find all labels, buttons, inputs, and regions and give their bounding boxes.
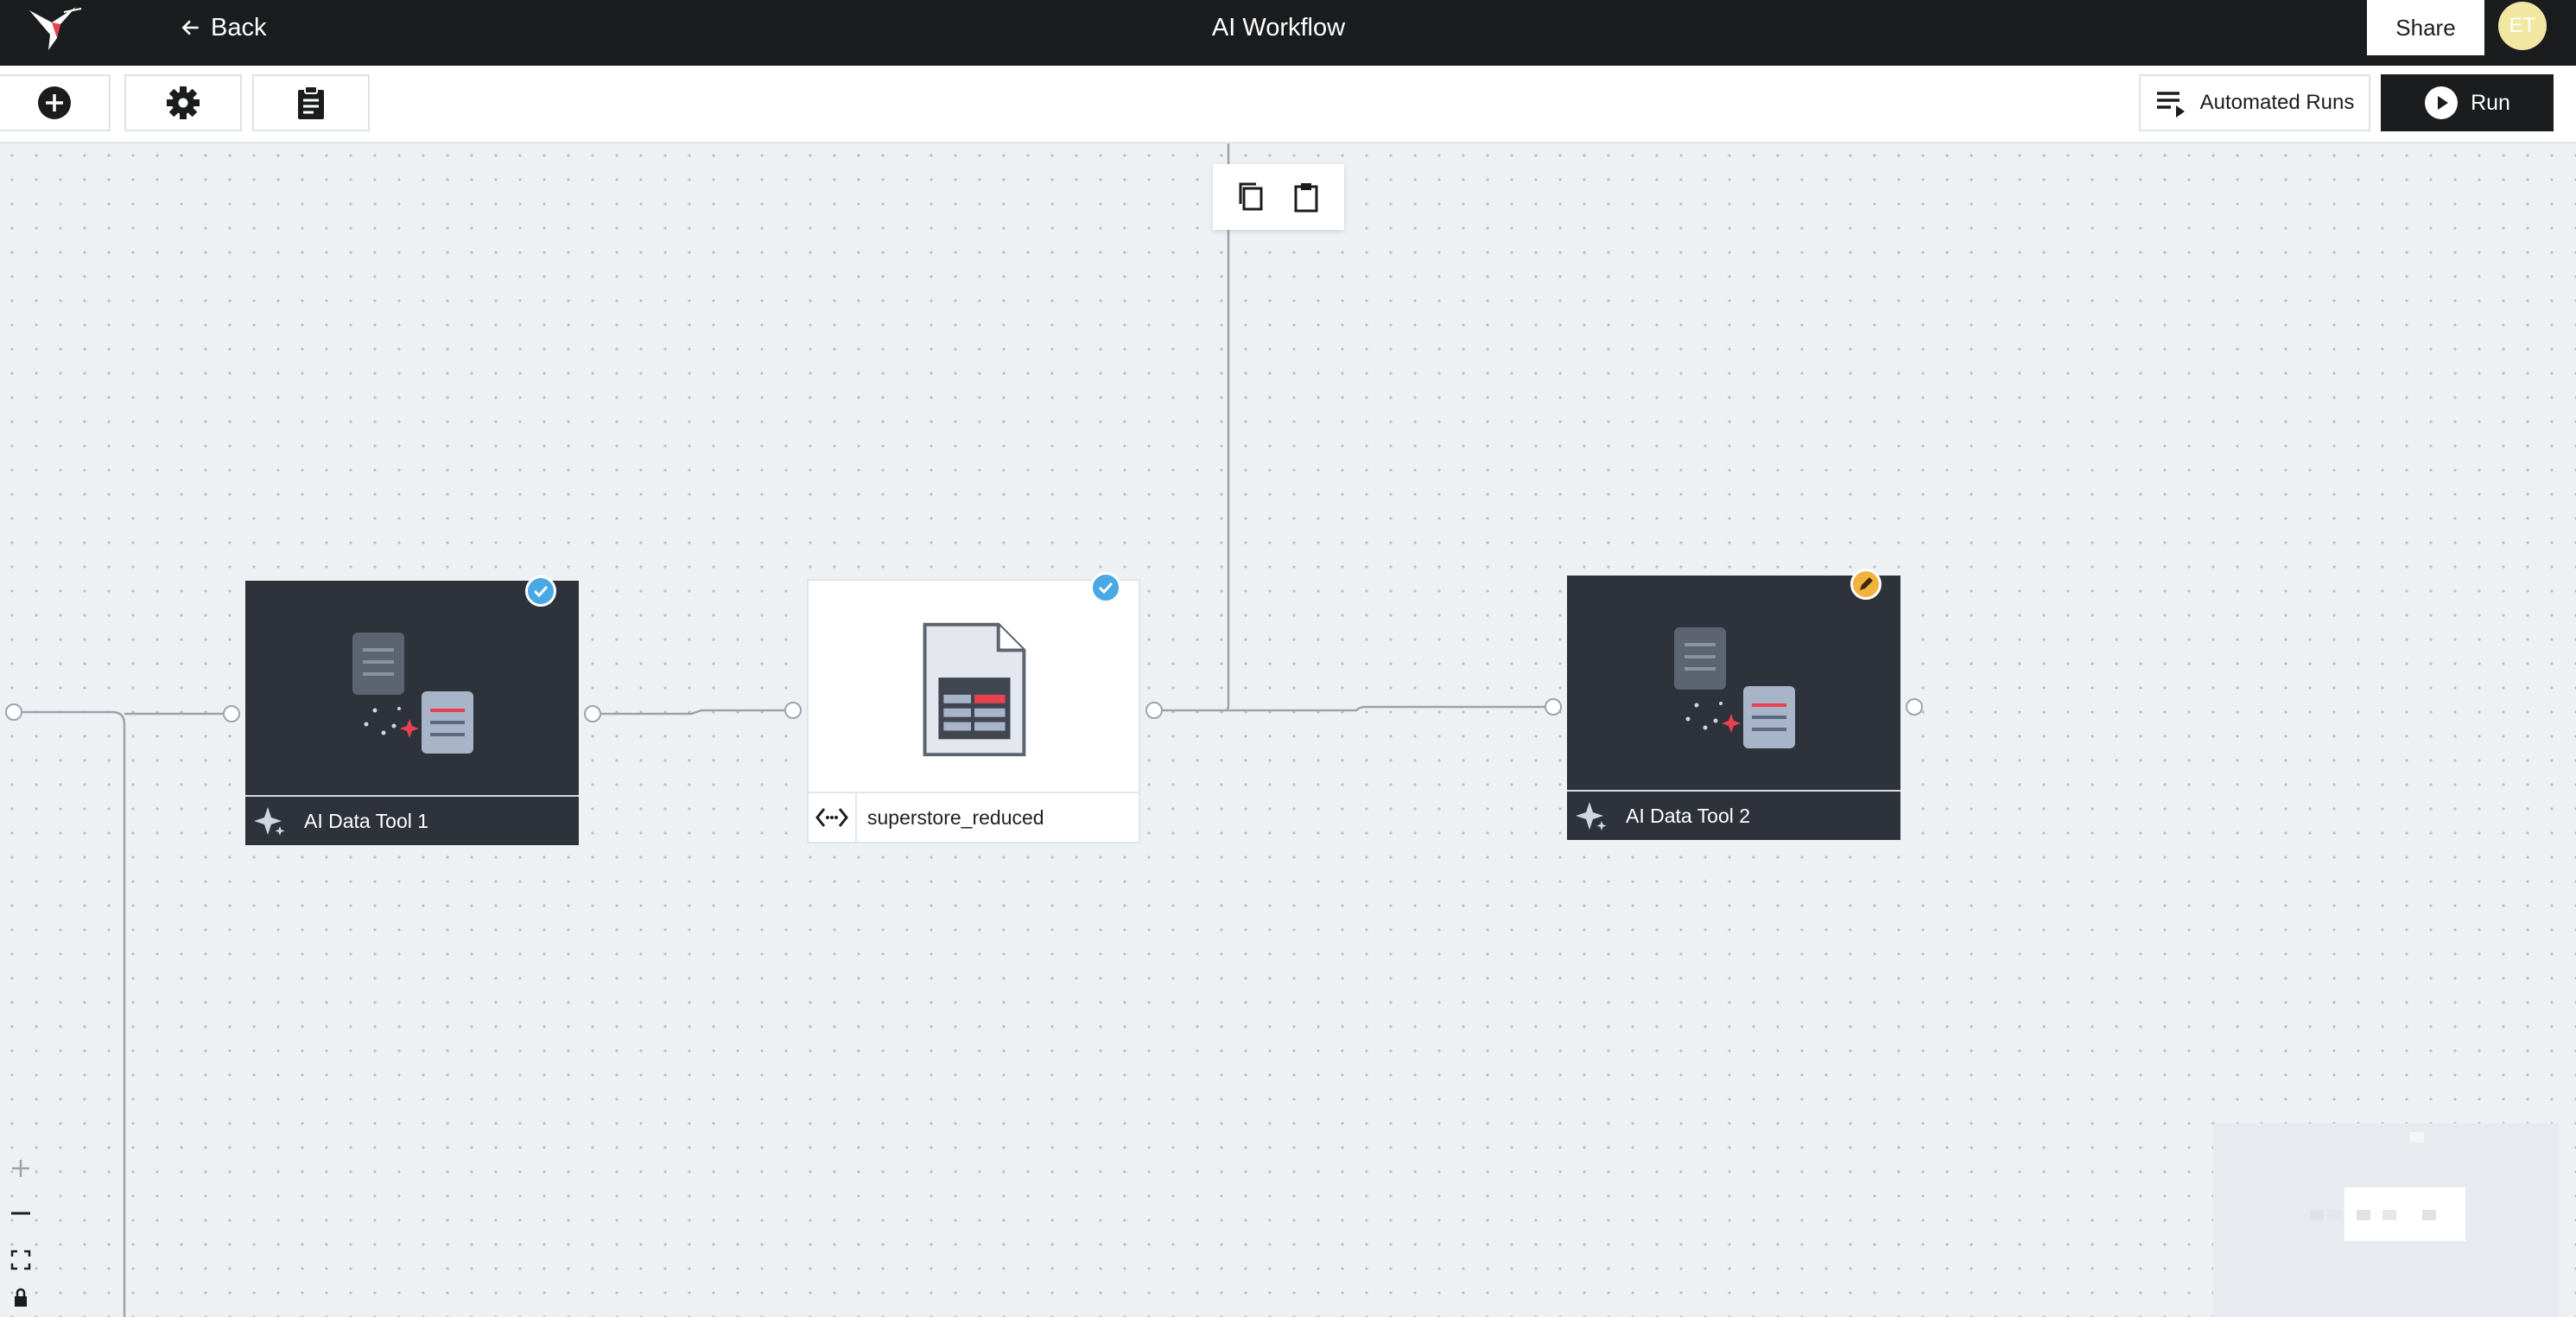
ai-document-illustration-icon: [1674, 627, 1795, 748]
fit-view-icon: [10, 1250, 31, 1270]
add-node-button[interactable]: [0, 74, 111, 131]
playlist-icon: [2156, 92, 2185, 118]
notes-button[interactable]: [252, 74, 370, 131]
sparkle-icon: [254, 807, 285, 836]
input-port[interactable]: [223, 705, 240, 722]
toolbar: Automated Runs Run: [0, 66, 2576, 143]
avatar[interactable]: ET: [2498, 2, 2547, 50]
node-footer: AI Data Tool 1: [245, 795, 579, 845]
arrow-left-icon: [181, 20, 199, 35]
hummingbird-logo-icon[interactable]: [26, 3, 83, 52]
node-footer: superstore_reduced: [809, 792, 1139, 842]
automated-runs-button[interactable]: Automated Runs: [2139, 74, 2370, 131]
node-label: AI Data Tool 1: [304, 809, 429, 832]
top-bar: Back AI Workflow Share ET: [0, 0, 2576, 66]
node-dataset-superstore-reduced[interactable]: superstore_reduced: [807, 572, 1140, 843]
output-port[interactable]: [1906, 698, 1923, 716]
status-badge: [1090, 572, 1121, 603]
check-icon: [533, 585, 549, 598]
node-ai-data-tool-2[interactable]: AI Data Tool 2: [1567, 569, 1900, 840]
output-port[interactable]: [584, 705, 601, 722]
lock-button[interactable]: [0, 1284, 41, 1317]
paste-icon[interactable]: [1289, 180, 1323, 214]
play-circle-icon: [2425, 86, 2459, 119]
node-footer: AI Data Tool 2: [1567, 790, 1900, 840]
node-label: superstore_reduced: [867, 805, 1044, 829]
clipboard-icon: [298, 86, 324, 119]
share-button[interactable]: Share: [2367, 0, 2484, 55]
minimap-preview: [2310, 1132, 2465, 1241]
gear-icon: [167, 86, 200, 119]
input-port[interactable]: [1545, 698, 1562, 716]
pencil-icon: [1860, 577, 1873, 590]
plus-circle-icon: [38, 86, 71, 119]
input-port[interactable]: [5, 703, 22, 721]
node-label: AI Data Tool 2: [1626, 804, 1751, 827]
zoom-in-button[interactable]: [0, 1146, 41, 1191]
spreadsheet-file-icon: [923, 622, 1026, 757]
code-brackets-icon: [815, 808, 848, 827]
status-badge: [1850, 569, 1881, 600]
fit-view-button[interactable]: [0, 1237, 41, 1282]
page-title: AI Workflow: [1211, 14, 1346, 41]
sparkle-icon: [1576, 802, 1607, 830]
minimap[interactable]: [2213, 1123, 2559, 1317]
ai-document-illustration-icon: [352, 633, 473, 754]
automated-runs-label: Automated Runs: [2199, 91, 2355, 114]
input-port[interactable]: [784, 702, 802, 719]
back-button[interactable]: Back: [180, 12, 266, 43]
status-badge: [525, 576, 556, 607]
check-icon: [1098, 582, 1114, 595]
zoom-out-icon: [11, 1212, 30, 1215]
back-label: Back: [211, 13, 267, 41]
clipboard-popover: [1213, 164, 1344, 230]
node-ai-data-tool-1[interactable]: AI Data Tool 1: [245, 576, 579, 845]
settings-button[interactable]: [124, 74, 242, 131]
run-button[interactable]: Run: [2381, 74, 2554, 131]
run-label: Run: [2471, 90, 2510, 115]
zoom-in-icon: [12, 1160, 29, 1177]
zoom-out-button[interactable]: [0, 1191, 41, 1236]
output-port[interactable]: [1145, 702, 1163, 719]
lock-icon: [15, 1288, 27, 1307]
copy-icon[interactable]: [1234, 180, 1268, 214]
